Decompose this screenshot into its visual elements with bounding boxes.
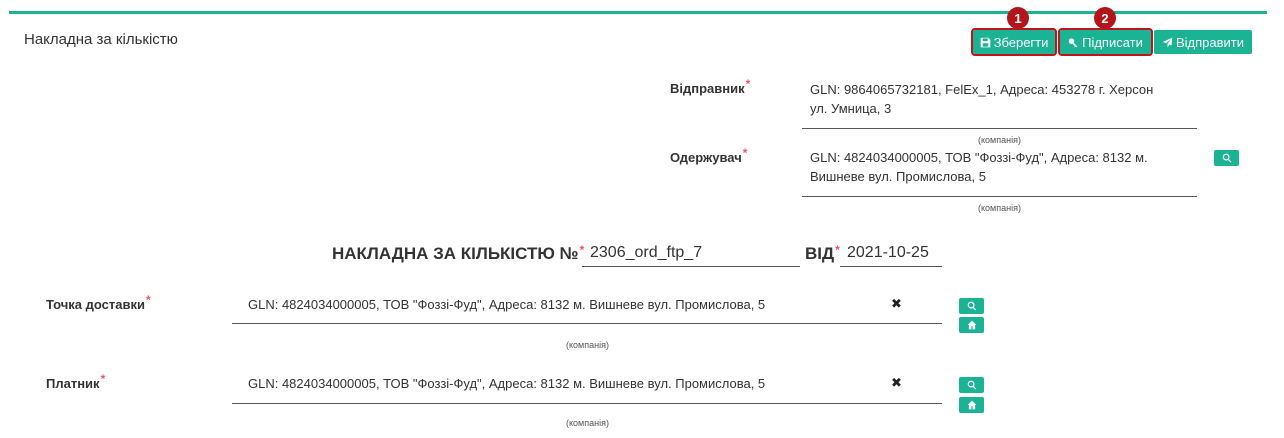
- receiver-value: GLN: 4824034000005, ТОВ "Фоззі-Фуд", Адр…: [810, 148, 1148, 186]
- receiver-value-line2: Вишневе вул. Промислова, 5: [810, 169, 986, 184]
- sender-value-line2: ул. Умница, 3: [810, 101, 892, 116]
- required-mark: *: [745, 77, 751, 91]
- send-button-label: Відправити: [1175, 34, 1245, 50]
- payer-label-text: Платник: [46, 376, 100, 391]
- payer-search-button[interactable]: [959, 377, 984, 393]
- sign-button-label: Підписати: [1082, 34, 1143, 50]
- search-icon: [967, 380, 976, 390]
- home-icon: [967, 400, 976, 410]
- home-icon: [967, 320, 976, 330]
- sender-hint: (компанія): [978, 135, 1021, 145]
- delivery-point-clear-icon[interactable]: ✖: [891, 296, 902, 312]
- key-icon: [1068, 37, 1078, 47]
- receiver-search-button[interactable]: [1214, 150, 1239, 166]
- payer-underline: [232, 403, 942, 404]
- receiver-hint: (компанія): [978, 203, 1021, 213]
- payer-label: Платник*: [46, 372, 105, 391]
- delivery-point-value: GLN: 4824034000005, ТОВ "Фоззі-Фуд", Адр…: [248, 297, 766, 312]
- sender-label: Відправник*: [670, 77, 750, 96]
- sign-button[interactable]: Підписати: [1058, 28, 1153, 56]
- payer-clear-icon[interactable]: ✖: [891, 375, 902, 391]
- save-button[interactable]: Зберегти: [971, 28, 1057, 56]
- payer-home-button[interactable]: [959, 397, 984, 413]
- page-title: Накладна за кількістю: [24, 31, 178, 48]
- document-number-field[interactable]: 2306_ord_ftp_7: [590, 244, 702, 262]
- receiver-label-text: Одержувач: [670, 150, 742, 165]
- receiver-underline: [802, 196, 1197, 197]
- sender-label-text: Відправник: [670, 81, 745, 96]
- required-mark: *: [579, 243, 585, 257]
- search-icon: [1222, 153, 1231, 163]
- document-heading: НАКЛАДНА ЗА КІЛЬКІСТЮ №*: [332, 243, 585, 264]
- document-heading-text: НАКЛАДНА ЗА КІЛЬКІСТЮ №: [332, 244, 579, 263]
- document-date-underline: [840, 266, 942, 267]
- delivery-point-label-text: Точка доставки: [46, 297, 145, 312]
- receiver-label: Одержувач*: [670, 146, 747, 165]
- step-marker-1: 1: [1007, 7, 1029, 29]
- receiver-value-line1: GLN: 4824034000005, ТОВ "Фоззі-Фуд", Адр…: [810, 150, 1148, 165]
- date-label: ВІД*: [805, 243, 840, 264]
- sender-value-line1: GLN: 9864065732181, FelEx_1, Адреса: 453…: [810, 82, 1154, 97]
- step-marker-2: 2: [1094, 7, 1116, 29]
- search-icon: [967, 301, 976, 311]
- top-accent-bar: [9, 11, 1267, 14]
- send-button[interactable]: Відправити: [1154, 30, 1252, 54]
- required-mark: *: [100, 372, 106, 386]
- delivery-point-search-button[interactable]: [959, 298, 984, 314]
- paper-plane-icon: [1162, 37, 1173, 47]
- delivery-point-label: Точка доставки*: [46, 293, 151, 312]
- required-mark: *: [835, 243, 840, 257]
- required-mark: *: [145, 293, 151, 307]
- payer-hint: (компанія): [566, 418, 609, 428]
- document-number-underline: [582, 266, 800, 267]
- date-label-text: ВІД: [805, 244, 835, 263]
- sender-underline: [802, 128, 1197, 129]
- required-mark: *: [742, 146, 748, 160]
- delivery-point-hint: (компанія): [566, 340, 609, 350]
- delivery-point-home-button[interactable]: [959, 317, 984, 333]
- delivery-point-underline: [232, 323, 942, 324]
- document-date-field[interactable]: 2021-10-25: [847, 244, 929, 262]
- save-button-label: Зберегти: [993, 34, 1049, 50]
- sender-value: GLN: 9864065732181, FelEx_1, Адреса: 453…: [810, 80, 1153, 118]
- save-icon: [980, 37, 990, 47]
- payer-value: GLN: 4824034000005, ТОВ "Фоззі-Фуд", Адр…: [248, 376, 766, 391]
